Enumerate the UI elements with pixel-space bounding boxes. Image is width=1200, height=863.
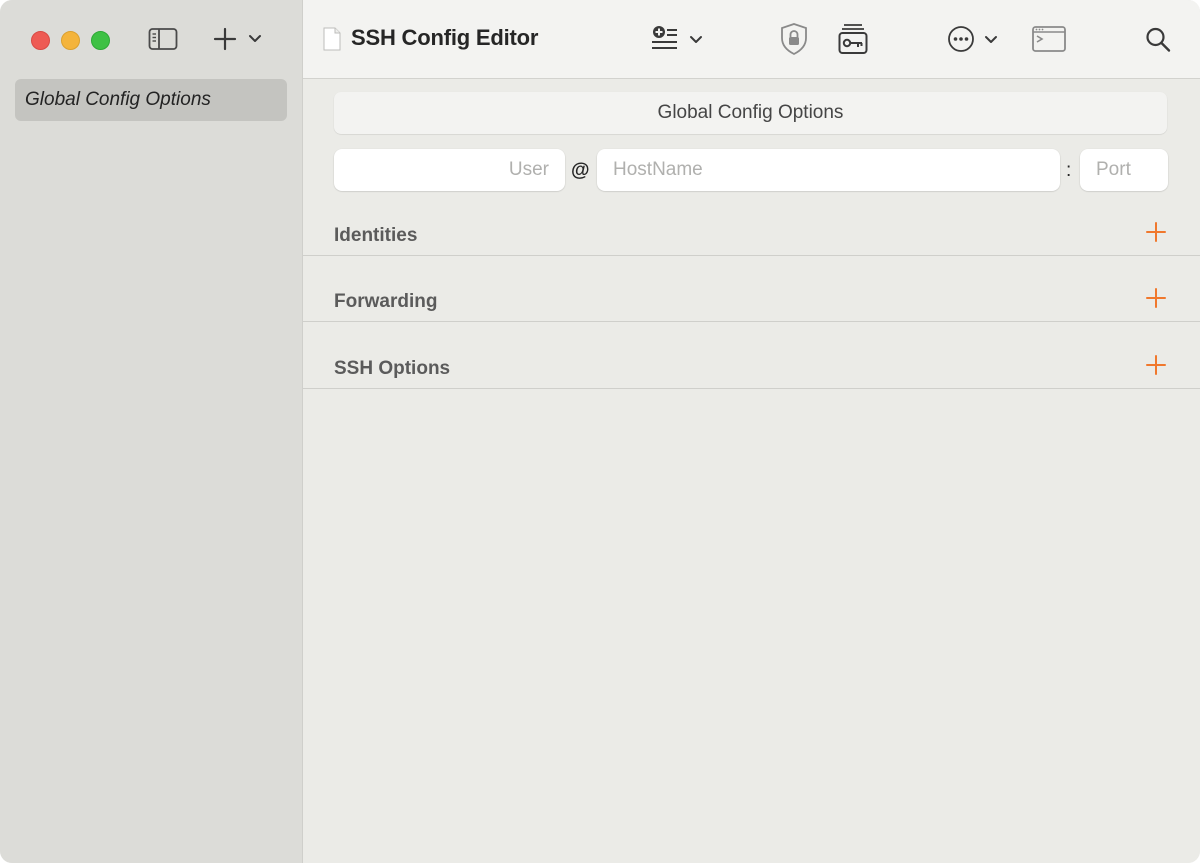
search-icon [1146, 27, 1171, 52]
section-title: Forwarding [334, 291, 438, 312]
section-ssh-options: SSH Options [303, 348, 1200, 389]
security-button[interactable] [779, 22, 811, 56]
terminal-icon [1032, 26, 1066, 52]
add-ssh-option-button[interactable] [1145, 354, 1167, 376]
document-icon [323, 27, 341, 51]
config-header-bar[interactable]: Global Config Options [334, 92, 1167, 134]
section-identities: Identities [303, 215, 1200, 256]
add-list-icon [652, 26, 677, 49]
app-window: Global Config Options SSH Config Editor [0, 0, 1200, 863]
sidebar-item-global-config[interactable]: Global Config Options [15, 79, 287, 121]
minimize-window-button[interactable] [61, 31, 80, 50]
editor-pane: SSH Config Editor Global Config Options … [303, 0, 1200, 863]
chevron-down-icon [985, 36, 997, 43]
sidebar-toggle-icon [148, 28, 178, 50]
toolbar: SSH Config Editor [303, 0, 1200, 79]
section-title: Identities [334, 225, 418, 246]
window-title: SSH Config Editor [351, 25, 539, 50]
port-field[interactable] [1080, 149, 1168, 191]
add-forwarding-button[interactable] [1145, 287, 1167, 309]
more-actions-menu-button[interactable] [947, 22, 1003, 56]
colon-separator: : [1066, 160, 1072, 181]
keychain-button[interactable] [837, 22, 871, 56]
chevron-down-icon [690, 36, 702, 43]
add-host-menu-button[interactable] [212, 27, 264, 51]
ellipsis-circle-icon [948, 26, 974, 52]
plus-icon [1146, 222, 1166, 242]
chevron-down-icon [249, 35, 261, 42]
plus-icon [1146, 355, 1166, 375]
hostname-field[interactable] [597, 149, 1060, 191]
at-separator: @ [571, 160, 590, 181]
key-card-icon [838, 24, 868, 54]
sidebar-item-label: Global Config Options [25, 89, 211, 110]
sidebar: Global Config Options [0, 0, 303, 863]
section-title: SSH Options [334, 358, 451, 379]
add-option-menu-button[interactable] [650, 22, 706, 56]
search-button[interactable] [1144, 22, 1174, 56]
section-forwarding: Forwarding [303, 281, 1200, 322]
user-field[interactable] [334, 149, 565, 191]
zoom-window-button[interactable] [91, 31, 110, 50]
open-terminal-button[interactable] [1032, 22, 1068, 56]
add-identity-button[interactable] [1145, 221, 1167, 243]
plus-icon [213, 27, 237, 51]
close-window-button[interactable] [31, 31, 50, 50]
config-header-label: Global Config Options [657, 102, 844, 123]
shield-lock-icon [781, 23, 807, 56]
sidebar-toggle-button[interactable] [148, 27, 178, 51]
plus-icon [1146, 288, 1166, 308]
